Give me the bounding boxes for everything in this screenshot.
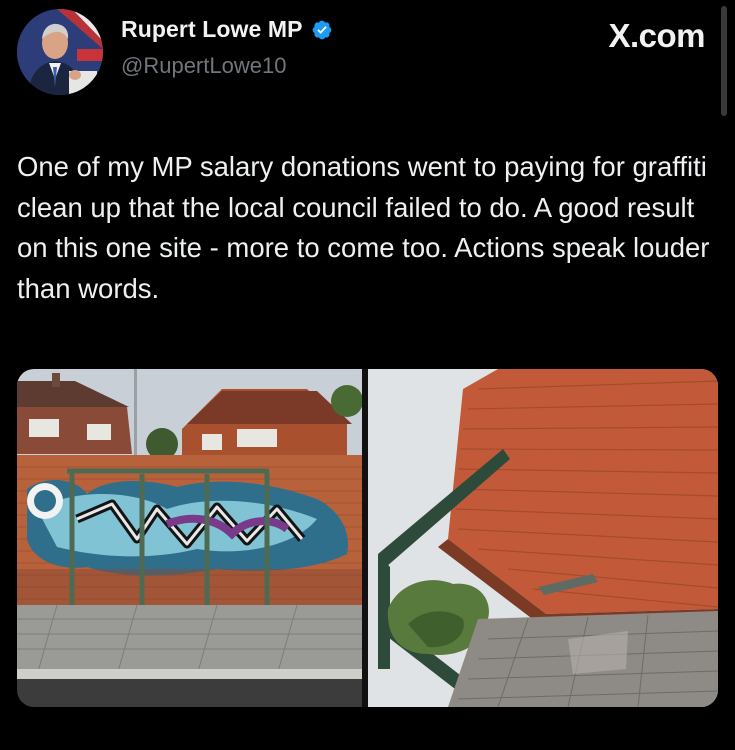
media-photo-before[interactable] <box>17 369 362 707</box>
author-name-row[interactable]: Rupert Lowe MP <box>121 16 333 43</box>
media-photo-after[interactable] <box>368 369 718 707</box>
tweet-media[interactable] <box>17 369 718 707</box>
author-name[interactable]: Rupert Lowe MP <box>121 16 303 43</box>
avatar[interactable] <box>17 9 103 95</box>
verified-badge-icon <box>311 19 333 41</box>
author-handle[interactable]: @RupertLowe10 <box>121 53 286 79</box>
scrollbar[interactable] <box>721 6 727 116</box>
x-watermark: X.com <box>608 17 705 54</box>
tweet-text: One of my MP salary donations went to pa… <box>17 151 710 304</box>
